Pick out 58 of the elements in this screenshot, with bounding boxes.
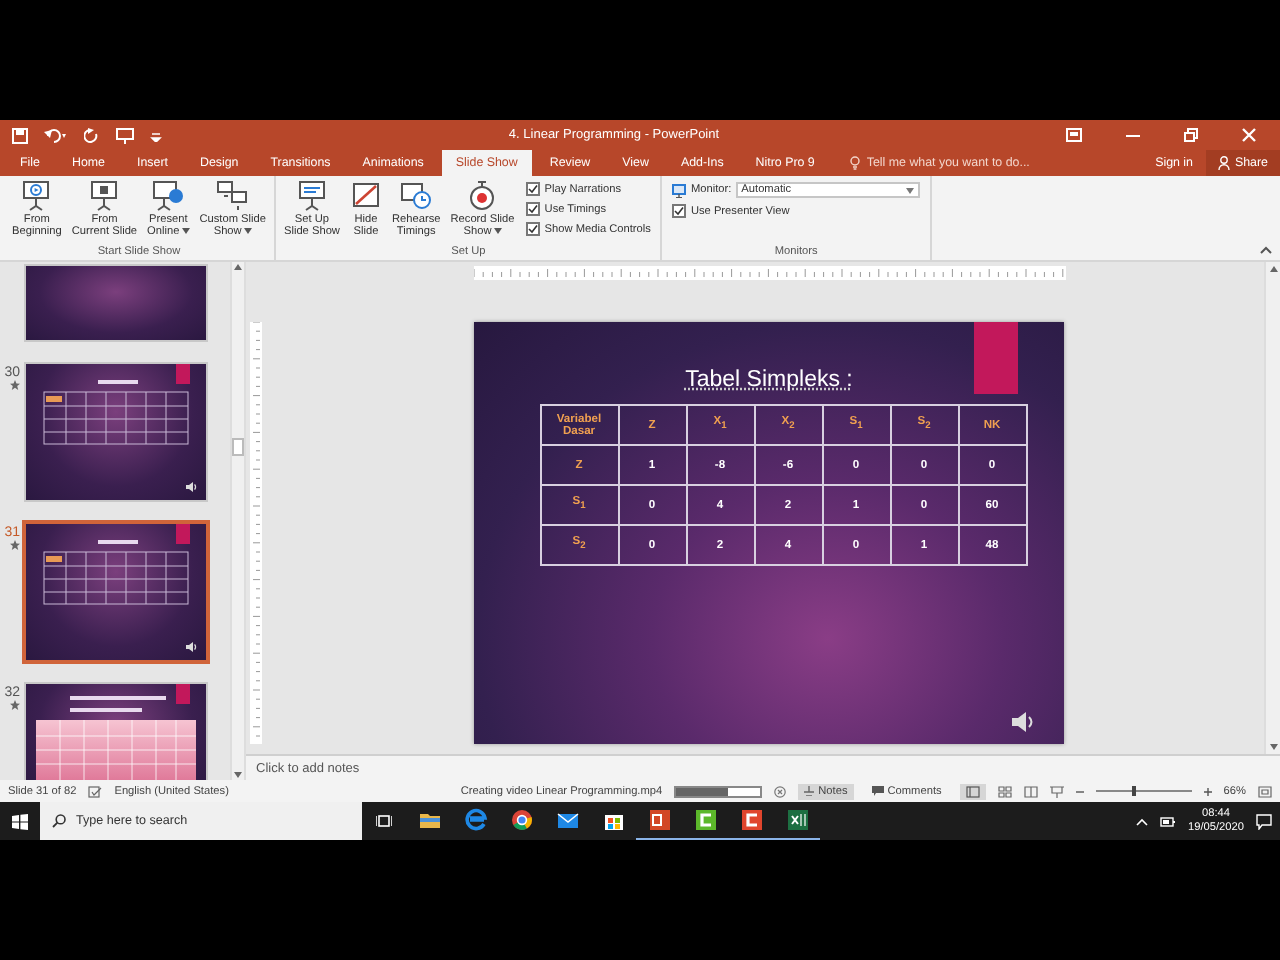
- monitor-icon: [672, 183, 687, 197]
- undo-icon[interactable]: [44, 127, 68, 143]
- chevron-up-icon[interactable]: [1136, 817, 1148, 825]
- fit-slide-icon[interactable]: [1258, 785, 1272, 797]
- scroll-down-icon[interactable]: [1269, 744, 1277, 750]
- presentation-icon[interactable]: [116, 127, 134, 143]
- checkbox[interactable]: [672, 204, 687, 218]
- normal-view-icon[interactable]: [965, 785, 980, 797]
- scrollbar[interactable]: [230, 262, 246, 780]
- collapse-ribbon-icon[interactable]: [1260, 246, 1272, 254]
- chrome-icon: [509, 808, 533, 832]
- reading-view-icon[interactable]: [1023, 785, 1038, 797]
- redo-icon[interactable]: [84, 127, 100, 143]
- folder-icon: [417, 808, 441, 832]
- spreadsheet-app-icon: [785, 808, 809, 832]
- caret-icon: [493, 228, 502, 235]
- slide-sorter-icon[interactable]: [997, 785, 1012, 797]
- checkbox[interactable]: [526, 222, 541, 236]
- caret-icon: [243, 228, 252, 235]
- search-icon: [52, 814, 66, 828]
- comment-icon: [871, 786, 884, 796]
- scrollbar-thumb[interactable]: [232, 438, 244, 456]
- customize-icon[interactable]: [150, 129, 162, 141]
- c-letter-app-icon: [739, 808, 763, 832]
- cancel-icon[interactable]: [774, 785, 787, 797]
- notification-icon[interactable]: [1256, 813, 1272, 829]
- zoom-in-icon[interactable]: [1203, 787, 1212, 795]
- checkbox[interactable]: [526, 182, 541, 196]
- ribbon-display-icon[interactable]: [1066, 128, 1082, 142]
- scroll-up-icon[interactable]: [1269, 266, 1277, 272]
- mail-icon: [555, 808, 579, 832]
- slider-thumb[interactable]: [1131, 786, 1136, 796]
- c-letter-app-icon: [693, 808, 717, 832]
- browser-e-icon: [463, 808, 487, 832]
- person-icon: [1218, 156, 1231, 170]
- zoom-out-icon[interactable]: [1075, 787, 1084, 795]
- slide-thumbnail[interactable]: [22, 520, 210, 664]
- lightbulb-icon: [850, 156, 861, 170]
- restore-icon[interactable]: [1184, 128, 1198, 142]
- caret-icon: [905, 187, 914, 193]
- save-icon[interactable]: [12, 127, 28, 143]
- zoom-slider[interactable]: [1095, 786, 1192, 796]
- spell-check-icon[interactable]: [88, 785, 103, 797]
- checkbox[interactable]: [526, 202, 541, 216]
- accent-bar: [974, 322, 1018, 394]
- windows-logo-icon[interactable]: [12, 813, 28, 829]
- task-view-icon[interactable]: [376, 814, 392, 828]
- slide-title: Tabel Simpleks :: [685, 368, 853, 392]
- battery-icon[interactable]: [1160, 815, 1176, 827]
- close-icon[interactable]: [1242, 128, 1256, 142]
- caret-icon: [181, 228, 190, 235]
- scrollbar[interactable]: [1264, 262, 1280, 754]
- slide-thumbnail[interactable]: [24, 264, 208, 342]
- slide-thumbnail[interactable]: [24, 362, 208, 502]
- check-icon: [674, 206, 685, 216]
- notes-icon: [804, 786, 815, 796]
- slideshow-icon[interactable]: [1049, 785, 1064, 797]
- presentation-app-icon: [647, 808, 671, 832]
